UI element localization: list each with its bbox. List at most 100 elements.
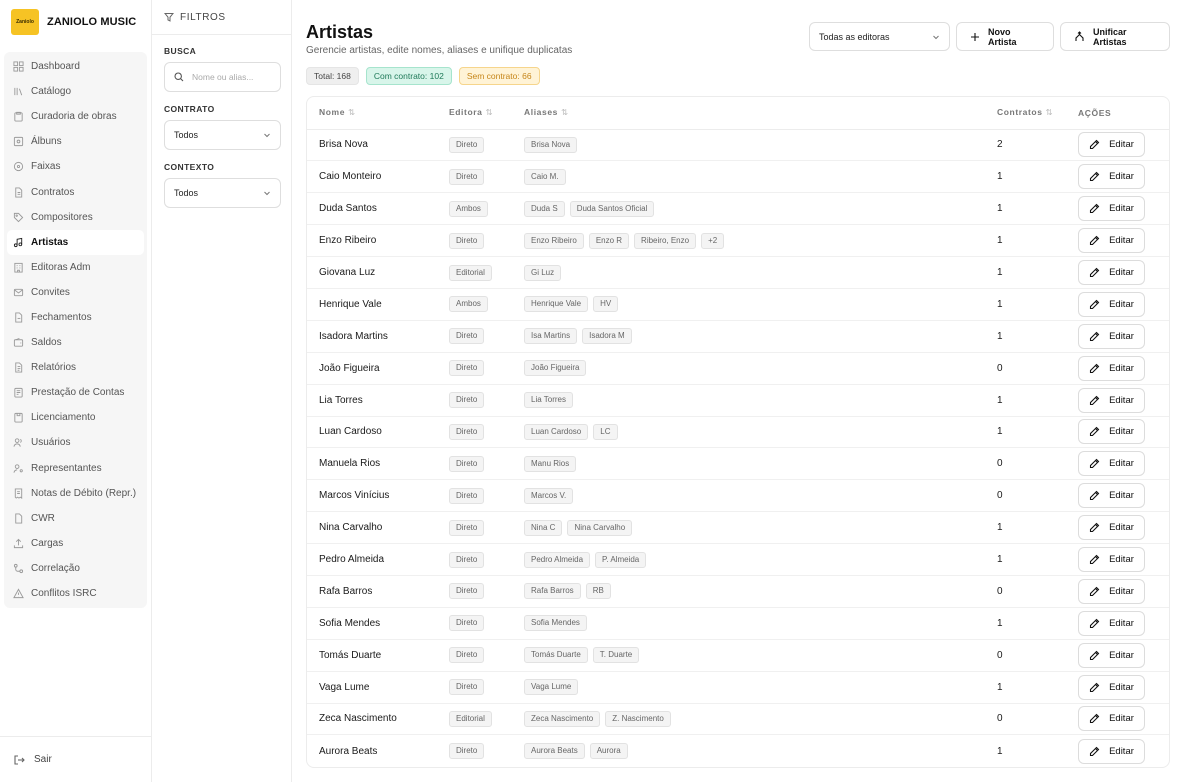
sidebar-item-correlação[interactable]: Correlação bbox=[4, 556, 147, 581]
contract-filter-value: Todos bbox=[174, 130, 199, 140]
sidebar-item-álbuns[interactable]: Álbuns bbox=[4, 129, 147, 154]
context-filter-select[interactable]: Todos bbox=[164, 178, 281, 208]
editor-tag: Direto bbox=[449, 423, 485, 440]
col-aliases[interactable]: Aliases ⇅ bbox=[524, 97, 997, 130]
sidebar-item-convites[interactable]: Convites bbox=[4, 280, 147, 305]
page-subtitle: Gerencie artistas, edite nomes, aliases … bbox=[306, 45, 573, 56]
artist-name: Vaga Lume bbox=[307, 671, 449, 704]
edit-button[interactable]: Editar bbox=[1078, 706, 1145, 732]
edit-button[interactable]: Editar bbox=[1078, 323, 1145, 349]
alias-tag: Enzo R bbox=[588, 232, 630, 249]
pencil-icon bbox=[1089, 331, 1100, 342]
editor-cell: Ambos bbox=[449, 192, 524, 226]
col-name[interactable]: Nome ⇅ bbox=[307, 97, 449, 130]
pencil-icon bbox=[1089, 395, 1100, 406]
aliases-cell: Pedro Almeida P. Almeida bbox=[524, 543, 997, 576]
edit-button[interactable]: Editar bbox=[1078, 610, 1145, 636]
artist-name: Pedro Almeida bbox=[307, 543, 449, 576]
search-label: BUSCA bbox=[164, 46, 197, 56]
edit-button[interactable]: Editar bbox=[1078, 355, 1145, 381]
sidebar-item-conflitos-isrc[interactable]: Conflitos ISRC bbox=[4, 581, 147, 606]
aliases-cell: Duda S Duda Santos Oficial bbox=[524, 192, 997, 226]
edit-button[interactable]: Editar bbox=[1078, 547, 1145, 573]
edit-button[interactable]: Editar bbox=[1078, 196, 1145, 222]
sidebar-item-prestação-de-contas[interactable]: Prestação de Contas bbox=[4, 380, 147, 405]
aliases-cell: Luan Cardoso LC bbox=[524, 416, 997, 449]
table-row: Rafa Barros Direto Rafa Barros RB 0 Editar bbox=[307, 575, 1169, 608]
sidebar-item-usuários[interactable]: Usuários bbox=[4, 430, 147, 455]
disc-icon bbox=[13, 161, 24, 172]
sidebar-item-contratos[interactable]: Contratos bbox=[4, 179, 147, 204]
sidebar-item-artistas[interactable]: Artistas bbox=[7, 229, 144, 255]
editor-tag: Direto bbox=[449, 519, 485, 536]
sidebar-item-faixas[interactable]: Faixas bbox=[4, 154, 147, 179]
sidebar-item-label: Catálogo bbox=[31, 86, 72, 98]
edit-label: Editar bbox=[1109, 649, 1134, 661]
edit-button[interactable]: Editar bbox=[1078, 515, 1145, 541]
sidebar-item-editoras-adm[interactable]: Editoras Adm bbox=[4, 255, 147, 280]
edit-button[interactable]: Editar bbox=[1078, 483, 1145, 509]
edit-button[interactable]: Editar bbox=[1078, 674, 1145, 700]
sidebar-nav: Dashboard Catálogo Curadoria de obras Álbun… bbox=[4, 52, 147, 608]
pencil-icon bbox=[1089, 746, 1100, 757]
sidebar-item-cwr[interactable]: CWR bbox=[4, 506, 147, 531]
actions-cell: Editar bbox=[1078, 607, 1169, 640]
table-row: Giovana Luz Editorial Gi Luz 1 Editar bbox=[307, 256, 1169, 289]
logout-button[interactable]: Sair bbox=[0, 736, 151, 782]
brand: Zaniolo ZANIOLO MUSIC bbox=[0, 0, 151, 44]
edit-button[interactable]: Editar bbox=[1078, 164, 1145, 190]
sidebar-item-fechamentos[interactable]: Fechamentos bbox=[4, 305, 147, 330]
sidebar-item-representantes[interactable]: Representantes bbox=[4, 456, 147, 481]
artist-name: Manuela Rios bbox=[307, 447, 449, 481]
alias-tag: Duda S bbox=[524, 200, 565, 217]
alias-tag: Enzo Ribeiro bbox=[524, 232, 584, 249]
aliases-cell: Henrique Vale HV bbox=[524, 288, 997, 321]
edit-button[interactable]: Editar bbox=[1078, 260, 1145, 285]
link-icon bbox=[13, 563, 24, 574]
edit-button[interactable]: Editar bbox=[1078, 387, 1145, 413]
alias-tag: Brisa Nova bbox=[524, 136, 578, 153]
col-editor[interactable]: Editora ⇅ bbox=[449, 97, 524, 130]
sidebar-item-compositores[interactable]: Compositores bbox=[4, 205, 147, 230]
top-actions: Todas as editoras Novo Artista Unificar … bbox=[809, 22, 1170, 51]
sidebar-item-label: Álbuns bbox=[31, 136, 62, 148]
edit-button[interactable]: Editar bbox=[1078, 738, 1145, 764]
sidebar-item-licenciamento[interactable]: Licenciamento bbox=[4, 405, 147, 430]
table-body: Brisa Nova Direto Brisa Nova 2 Editar Caio Mo… bbox=[307, 129, 1169, 767]
table-row: João Figueira Direto João Figueira 0 Editar bbox=[307, 352, 1169, 385]
edit-label: Editar bbox=[1109, 235, 1134, 247]
editor-tag: Direto bbox=[449, 743, 485, 760]
edit-button[interactable]: Editar bbox=[1078, 132, 1145, 158]
sidebar-item-dashboard[interactable]: Dashboard bbox=[4, 54, 147, 79]
merge-artists-button[interactable]: Unificar Artistas bbox=[1060, 22, 1170, 51]
editor-select[interactable]: Todas as editoras bbox=[809, 22, 950, 51]
sidebar-item-catálogo[interactable]: Catálogo bbox=[4, 79, 147, 104]
edit-button[interactable]: Editar bbox=[1078, 228, 1145, 254]
actions-cell: Editar bbox=[1078, 479, 1169, 513]
library-icon bbox=[13, 86, 24, 97]
editor-cell: Direto bbox=[449, 511, 524, 545]
edit-button[interactable]: Editar bbox=[1078, 419, 1145, 445]
col-contracts-label: Contratos bbox=[997, 107, 1043, 118]
aliases-cell: Tomás Duarte T. Duarte bbox=[524, 639, 997, 672]
edit-button[interactable]: Editar bbox=[1078, 291, 1145, 317]
aliases-cell: Zeca Nascimento Z. Nascimento bbox=[524, 703, 997, 736]
editor-cell: Direto bbox=[449, 543, 524, 576]
edit-button[interactable]: Editar bbox=[1078, 451, 1145, 477]
artist-name: Aurora Beats bbox=[319, 745, 378, 757]
contracts-count: 2 bbox=[997, 129, 1078, 162]
search-input[interactable]: Nome ou alias... bbox=[164, 62, 281, 92]
edit-button[interactable]: Editar bbox=[1078, 642, 1145, 668]
contract-filter-select[interactable]: Todos bbox=[164, 120, 281, 150]
col-contracts[interactable]: Contratos ⇅ bbox=[997, 97, 1078, 130]
new-artist-button[interactable]: Novo Artista bbox=[956, 22, 1054, 51]
ledger-icon bbox=[13, 387, 24, 398]
sidebar-item-relatórios[interactable]: Relatórios bbox=[4, 355, 147, 380]
sidebar-item-saldos[interactable]: Saldos bbox=[4, 330, 147, 355]
contracts-count: 1 bbox=[997, 224, 1078, 258]
sidebar-item-cargas[interactable]: Cargas bbox=[4, 531, 147, 556]
edit-button[interactable]: Editar bbox=[1078, 578, 1145, 604]
sidebar-item-curadoria-de-obras[interactable]: Curadoria de obras bbox=[4, 104, 147, 129]
sidebar-item-notas-de-débito-repr[interactable]: Notas de Débito (Repr.) bbox=[4, 481, 147, 506]
chevron-down-icon bbox=[932, 33, 940, 41]
